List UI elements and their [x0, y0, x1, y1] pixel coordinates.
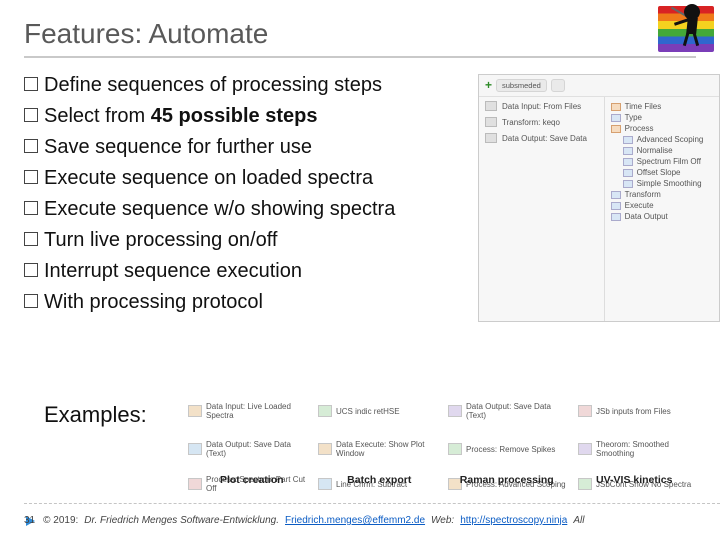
- slide-footer: 31 © 2019: Dr. Friedrich Menges Software…: [24, 515, 720, 526]
- folder-icon: [611, 202, 621, 210]
- bullet-text: Turn live processing on/off: [44, 225, 277, 256]
- folder-icon: [611, 125, 621, 133]
- tab-chip: subsmeded: [496, 79, 547, 92]
- step-icon: [188, 405, 202, 417]
- web-label: Web:: [431, 515, 454, 526]
- step-icon: [578, 443, 592, 455]
- website-link[interactable]: http://spectroscopy.ninja: [460, 515, 567, 526]
- checkbox-icon: [24, 108, 38, 122]
- add-icon: +: [485, 79, 492, 92]
- page-title: Features: Automate: [24, 18, 696, 58]
- step-icon: [448, 405, 462, 417]
- item-icon: [623, 169, 633, 177]
- slide-number: 31: [24, 515, 35, 526]
- email-link[interactable]: Friedrich.menges@effemm2.de: [285, 515, 425, 526]
- caption: Batch export: [316, 474, 444, 486]
- step-icon: [188, 443, 202, 455]
- item-icon: [623, 147, 633, 155]
- example-sequences-grid: Data Input: Live Loaded Spectra UCS indi…: [188, 394, 698, 466]
- example-captions-row: Plot creation Batch export Raman process…: [188, 474, 698, 486]
- step-icon: [318, 405, 332, 417]
- folder-icon: [611, 103, 621, 111]
- bullet-text: Execute sequence w/o showing spectra: [44, 194, 395, 225]
- author-text: Dr. Friedrich Menges Software-Entwicklun…: [84, 515, 279, 526]
- checkbox-icon: [24, 77, 38, 91]
- checkbox-icon: [24, 170, 38, 184]
- step-icon: [485, 133, 497, 143]
- checkbox-icon: [24, 201, 38, 215]
- sequence-steps-pane: Data Input: From Files Transform: keqo D…: [479, 97, 604, 321]
- checkbox-icon: [24, 263, 38, 277]
- bullet-text: Define sequences of processing steps: [44, 70, 382, 101]
- copyright-text: © 2019:: [43, 515, 78, 526]
- checkbox-icon: [24, 139, 38, 153]
- automation-dialog-screenshot: + subsmeded Data Input: From Files Trans…: [478, 74, 720, 322]
- caption: Plot creation: [188, 474, 316, 486]
- tab-chip: [551, 79, 565, 92]
- step-icon: [485, 101, 497, 111]
- bullet-text: Interrupt sequence execution: [44, 256, 302, 287]
- caption: Raman processing: [443, 474, 571, 486]
- footer-divider: [24, 503, 720, 504]
- item-icon: [623, 158, 633, 166]
- checkbox-icon: [24, 294, 38, 308]
- bullet-text: Save sequence for further use: [44, 132, 312, 163]
- step-icon: [578, 405, 592, 417]
- step-palette-tree: Time Files Type Process Advanced Scoping…: [604, 97, 719, 321]
- ninja-rainbow-logo: [658, 6, 714, 52]
- folder-icon: [611, 191, 621, 199]
- caption: UV-VIS kinetics: [571, 474, 699, 486]
- item-icon: [623, 180, 633, 188]
- folder-icon: [611, 114, 621, 122]
- step-icon: [448, 443, 462, 455]
- checkbox-icon: [24, 232, 38, 246]
- folder-icon: [611, 213, 621, 221]
- trailing-text: All: [573, 515, 584, 526]
- item-icon: [623, 136, 633, 144]
- bullet-text: Select from 45 possible steps: [44, 101, 317, 132]
- step-icon: [318, 443, 332, 455]
- step-icon: [485, 117, 497, 127]
- bullet-text: With processing protocol: [44, 287, 263, 318]
- bullet-text: Execute sequence on loaded spectra: [44, 163, 373, 194]
- examples-heading: Examples:: [44, 402, 147, 428]
